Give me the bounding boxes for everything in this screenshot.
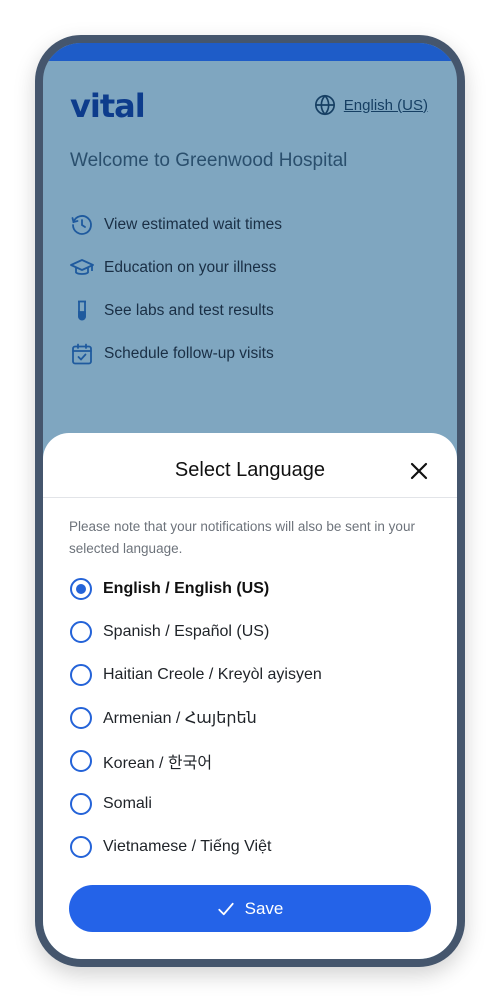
clock-history-icon <box>70 213 94 237</box>
modal-title: Select Language <box>174 459 326 481</box>
test-tube-icon <box>70 299 94 323</box>
top-bar <box>43 43 457 61</box>
option-label[interactable]: Vietnamese / Tiếng Việt <box>103 838 271 856</box>
graduation-cap-icon <box>70 256 94 280</box>
feature-item: View estimated wait times <box>70 203 282 246</box>
check-icon <box>217 902 234 915</box>
option-label[interactable]: Spanish / Español (US) <box>103 623 269 641</box>
radio-button[interactable] <box>70 663 92 686</box>
language-option-korean[interactable]: Korean / 한국어 <box>70 739 430 782</box>
option-label[interactable]: Somali <box>103 795 152 813</box>
language-modal: Select Language Please note that your no… <box>43 433 457 959</box>
language-option-armenian[interactable]: Armenian / Հայերեն <box>70 696 430 739</box>
option-label[interactable]: Armenian / Հայերեն <box>103 708 257 728</box>
feature-label: Schedule follow-up visits <box>104 344 274 362</box>
welcome-title: Welcome to Greenwood Hospital <box>70 150 348 171</box>
save-button[interactable]: Save <box>69 885 431 932</box>
radio-button[interactable] <box>70 749 92 772</box>
language-option-spanish[interactable]: Spanish / Español (US) <box>70 610 430 653</box>
feature-item: Schedule follow-up visits <box>70 332 282 375</box>
radio-button[interactable] <box>70 706 92 729</box>
calendar-check-icon <box>70 342 94 366</box>
radio-button[interactable] <box>70 835 92 858</box>
globe-icon <box>314 94 335 116</box>
feature-item: Education on your illness <box>70 246 282 289</box>
phone-frame: vital English (US) Welcome to Greenwood … <box>35 35 465 967</box>
notification-note: Please note that your notifications will… <box>69 519 415 556</box>
feature-item: See labs and test results <box>70 289 282 332</box>
option-label[interactable]: Korean / 한국어 <box>103 749 212 773</box>
language-option-english[interactable]: English / English (US) <box>70 567 430 610</box>
vital-logo: vital <box>70 87 146 125</box>
option-label[interactable]: Haitian Creole / Kreyòl ayisyen <box>103 666 322 684</box>
modal-divider <box>43 497 457 498</box>
feature-label: See labs and test results <box>104 301 274 319</box>
feature-list: View estimated wait times Education on y… <box>70 203 282 375</box>
radio-button[interactable] <box>70 792 92 815</box>
language-link-label[interactable]: English (US) <box>344 97 428 114</box>
radio-button[interactable] <box>70 577 92 600</box>
close-button[interactable] <box>407 459 431 483</box>
feature-label: View estimated wait times <box>104 215 283 233</box>
language-option-somali[interactable]: Somali <box>70 782 430 825</box>
save-button-label[interactable]: Save <box>245 899 284 919</box>
option-label[interactable]: English / English (US) <box>103 580 269 598</box>
language-option-vietnamese[interactable]: Vietnamese / Tiếng Việt <box>70 825 430 868</box>
language-options: English / English (US) Spanish / Español… <box>70 567 430 868</box>
radio-button[interactable] <box>70 620 92 643</box>
feature-label: Education on your illness <box>104 258 277 276</box>
close-icon[interactable] <box>407 459 431 483</box>
language-link[interactable]: English (US) <box>314 94 428 116</box>
language-option-haitian-creole[interactable]: Haitian Creole / Kreyòl ayisyen <box>70 653 430 696</box>
